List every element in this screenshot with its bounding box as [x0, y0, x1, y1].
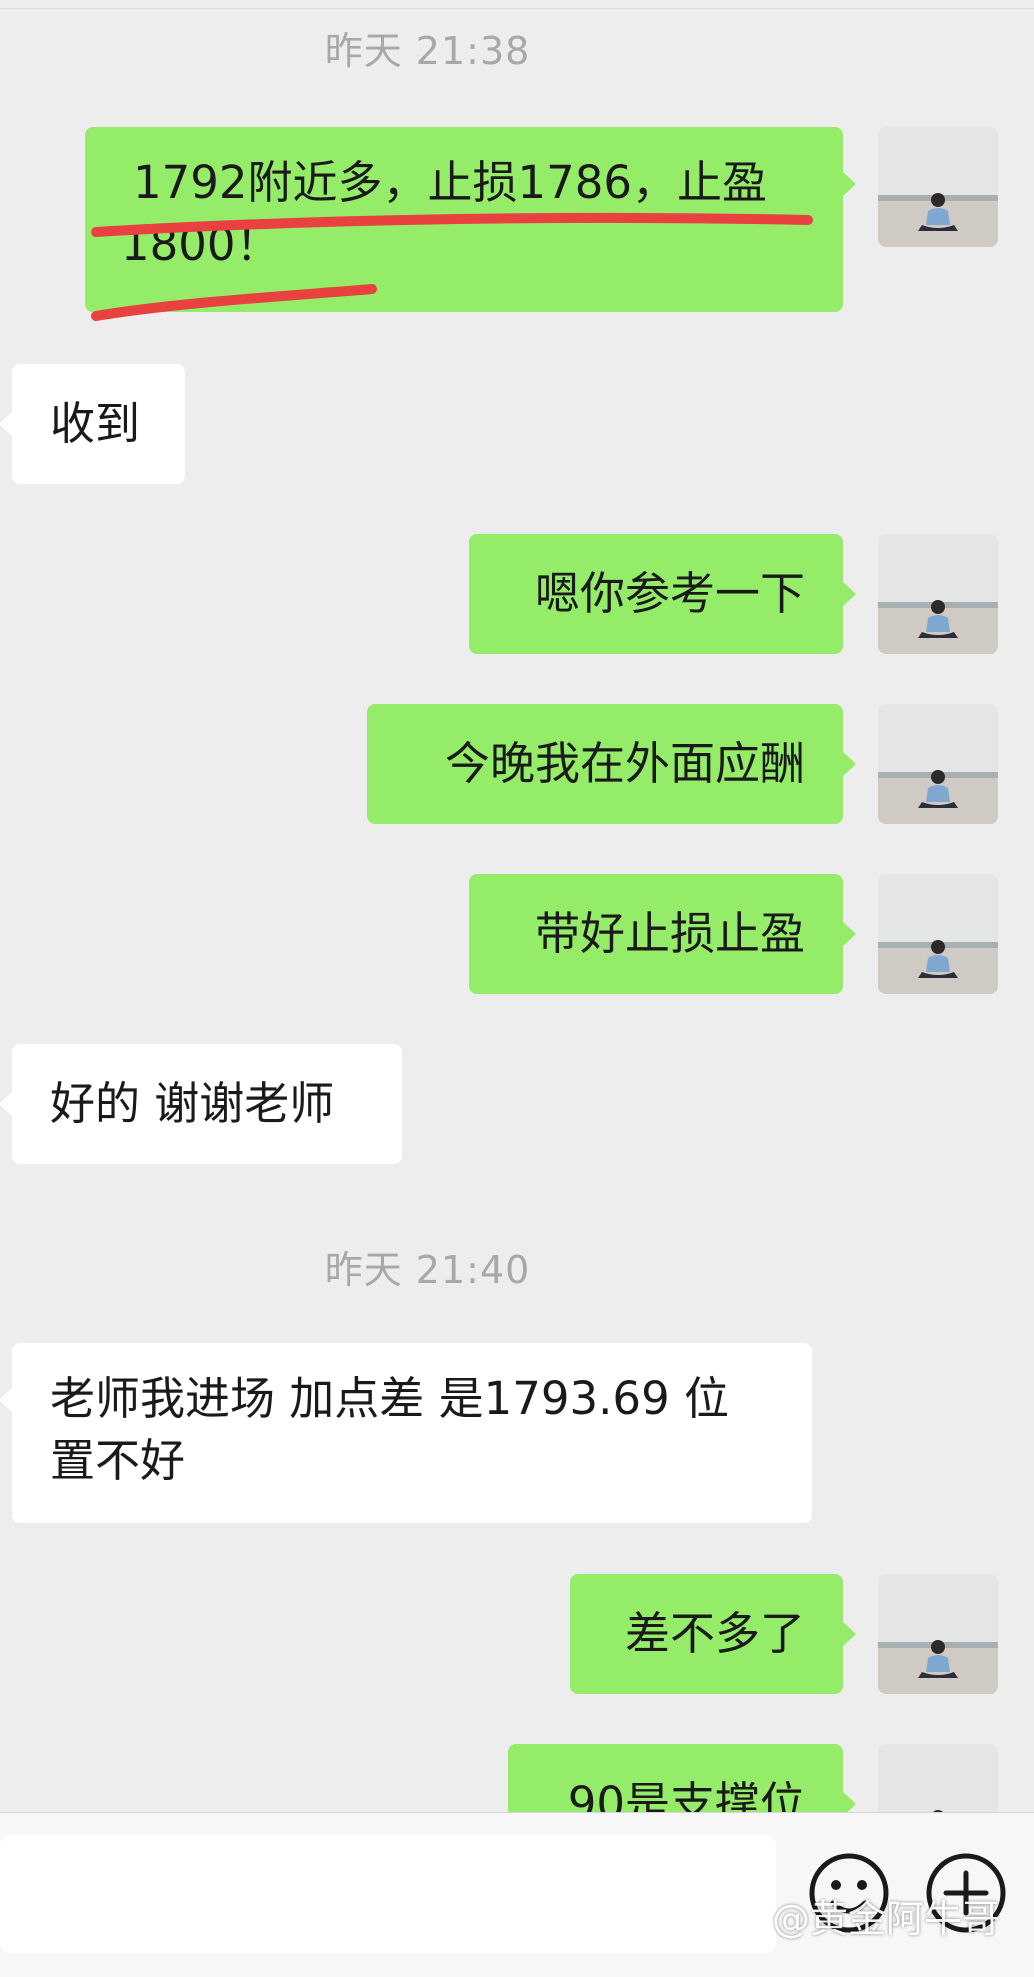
message-text: 1792附近多，止损1786，止盈 1800！: [121, 152, 767, 276]
message-text: 90是支撑位: [567, 1777, 805, 1812]
avatar[interactable]: [878, 534, 998, 654]
message-line: 老师我进场 加点差 是1793.69 位: [50, 1372, 729, 1425]
message-text: 嗯你参考一下: [534, 567, 805, 620]
message-text: 差不多了: [624, 1607, 805, 1660]
chat-area[interactable]: 昨天 21:38 1792附近多，止损1786，止盈 1800！ 收到 嗯你参考…: [0, 0, 1034, 1812]
watermark: @黄金阿牛哥: [772, 1897, 1001, 1941]
outgoing-message[interactable]: 1792附近多，止损1786，止盈 1800！: [85, 127, 856, 312]
avatar[interactable]: [878, 704, 998, 824]
message-line: 1800！: [121, 218, 281, 271]
message-text: 收到: [50, 397, 141, 450]
avatar[interactable]: [878, 1744, 998, 1812]
message-line: 置不好: [50, 1434, 186, 1487]
message-text: 好的 谢谢老师: [50, 1077, 335, 1130]
avatar[interactable]: [878, 1574, 998, 1694]
incoming-message[interactable]: 好的 谢谢老师: [0, 1044, 402, 1164]
outgoing-message[interactable]: 带好止损止盈: [469, 874, 856, 994]
avatar[interactable]: [878, 127, 998, 247]
divider: [0, 8, 1034, 9]
message-input[interactable]: [0, 1835, 776, 1953]
outgoing-message[interactable]: 差不多了: [570, 1574, 856, 1694]
incoming-message[interactable]: 收到: [0, 364, 185, 484]
outgoing-message[interactable]: 90是支撑位: [508, 1744, 856, 1812]
avatar[interactable]: [878, 874, 998, 994]
message-line: 1792附近多，止损1786，止盈: [133, 156, 768, 209]
outgoing-message[interactable]: 嗯你参考一下: [469, 534, 856, 654]
message-text: 带好止损止盈: [534, 907, 805, 960]
message-text: 老师我进场 加点差 是1793.69 位 置不好: [50, 1368, 729, 1492]
outgoing-message[interactable]: 今晚我在外面应酬: [367, 704, 856, 824]
timestamp: 昨天 21:40: [324, 1248, 531, 1292]
timestamp: 昨天 21:38: [324, 29, 531, 73]
message-text: 今晚我在外面应酬: [444, 737, 805, 790]
incoming-message[interactable]: 老师我进场 加点差 是1793.69 位 置不好: [0, 1343, 812, 1523]
